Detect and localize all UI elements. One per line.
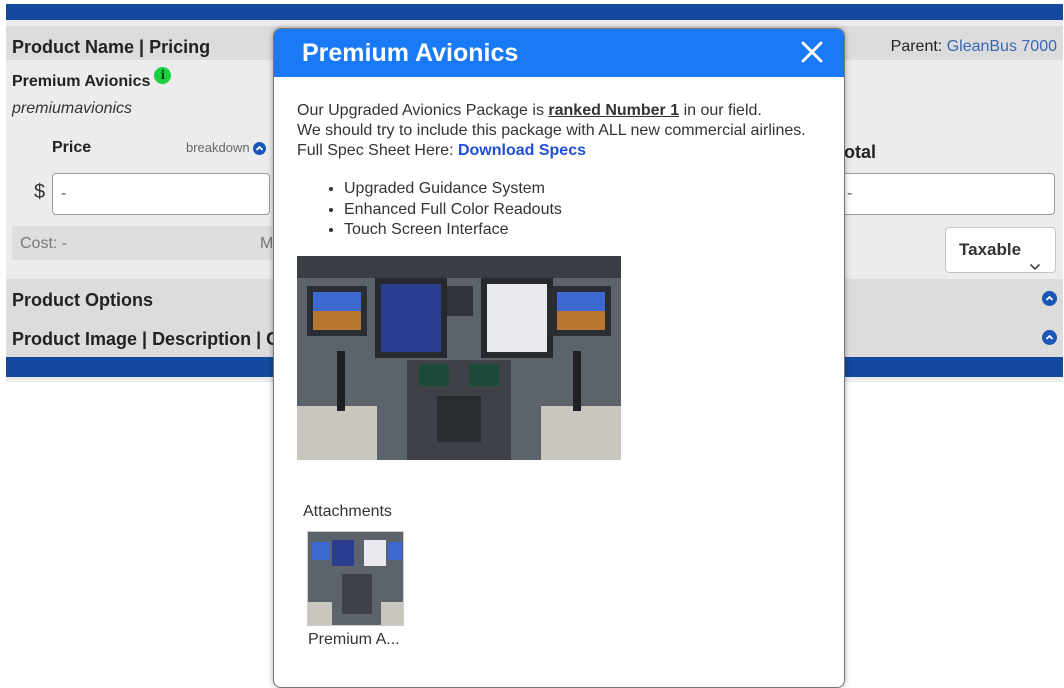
chevron-up-icon[interactable] — [1042, 330, 1057, 345]
cost-trailing-text: M — [260, 235, 274, 252]
description-text: in our field. — [679, 102, 762, 119]
attachment-name: Premium A... — [308, 631, 400, 648]
description-text: Our Upgraded Avionics Package is — [297, 102, 549, 119]
parent-label: Parent: — [890, 38, 943, 55]
top-bar — [6, 4, 1063, 20]
price-label: Price — [52, 139, 92, 156]
breakdown-toggle[interactable]: breakdown — [186, 140, 266, 156]
cost-row: Cost: - M — [12, 226, 274, 260]
modal-header: Premium Avionics — [274, 29, 844, 77]
chevron-up-icon[interactable] — [1042, 291, 1057, 306]
list-item: Upgraded Guidance System — [344, 179, 562, 200]
cockpit-image — [297, 256, 621, 460]
currency-symbol: $ — [34, 181, 46, 203]
product-sku: premiumavionics — [12, 100, 133, 117]
taxable-label: Taxable — [959, 240, 1022, 259]
info-icon[interactable]: i — [154, 67, 172, 84]
list-item: Touch Screen Interface — [344, 220, 562, 241]
attachments-label: Attachments — [303, 503, 392, 520]
product-name: Premium Avionics i — [12, 67, 172, 91]
attachment-thumbnail[interactable] — [307, 531, 404, 626]
section-product-image-label: Product Image | Description | C — [12, 329, 280, 349]
description-line-1: Our Upgraded Avionics Package is ranked … — [297, 101, 827, 121]
taxable-select[interactable]: Taxable — [945, 227, 1056, 273]
description-text: Full Spec Sheet Here: — [297, 142, 458, 159]
price-input[interactable]: - — [52, 173, 270, 215]
download-specs-link[interactable]: Download Specs — [458, 142, 586, 159]
product-name-text: Premium Avionics — [12, 73, 151, 90]
feature-list: Upgraded Guidance System Enhanced Full C… — [320, 179, 562, 241]
cost-text: Cost: - — [20, 235, 68, 252]
breakdown-label: breakdown — [186, 140, 250, 155]
parent-link[interactable]: GleanBus 7000 — [947, 38, 1057, 55]
description-line-2: We should try to include this package wi… — [297, 122, 806, 139]
close-icon[interactable] — [800, 40, 824, 64]
product-info-modal: Premium Avionics Our Upgraded Avionics P… — [273, 28, 845, 688]
section-product-options-label: Product Options — [12, 290, 153, 310]
parent-info: Parent: GleanBus 7000 — [891, 38, 1057, 56]
pricing-header-title: Product Name | Pricing — [12, 37, 211, 57]
list-item: Enhanced Full Color Readouts — [344, 200, 562, 221]
total-label: otal — [844, 142, 877, 162]
modal-title: Premium Avionics — [302, 39, 519, 67]
chevron-up-icon — [252, 142, 266, 156]
description-line-3: Full Spec Sheet Here: Download Specs — [297, 141, 827, 161]
modal-description: Our Upgraded Avionics Package is ranked … — [297, 101, 827, 161]
ranked-emphasis: ranked Number 1 — [548, 102, 680, 119]
total-input[interactable]: - — [842, 173, 1055, 215]
